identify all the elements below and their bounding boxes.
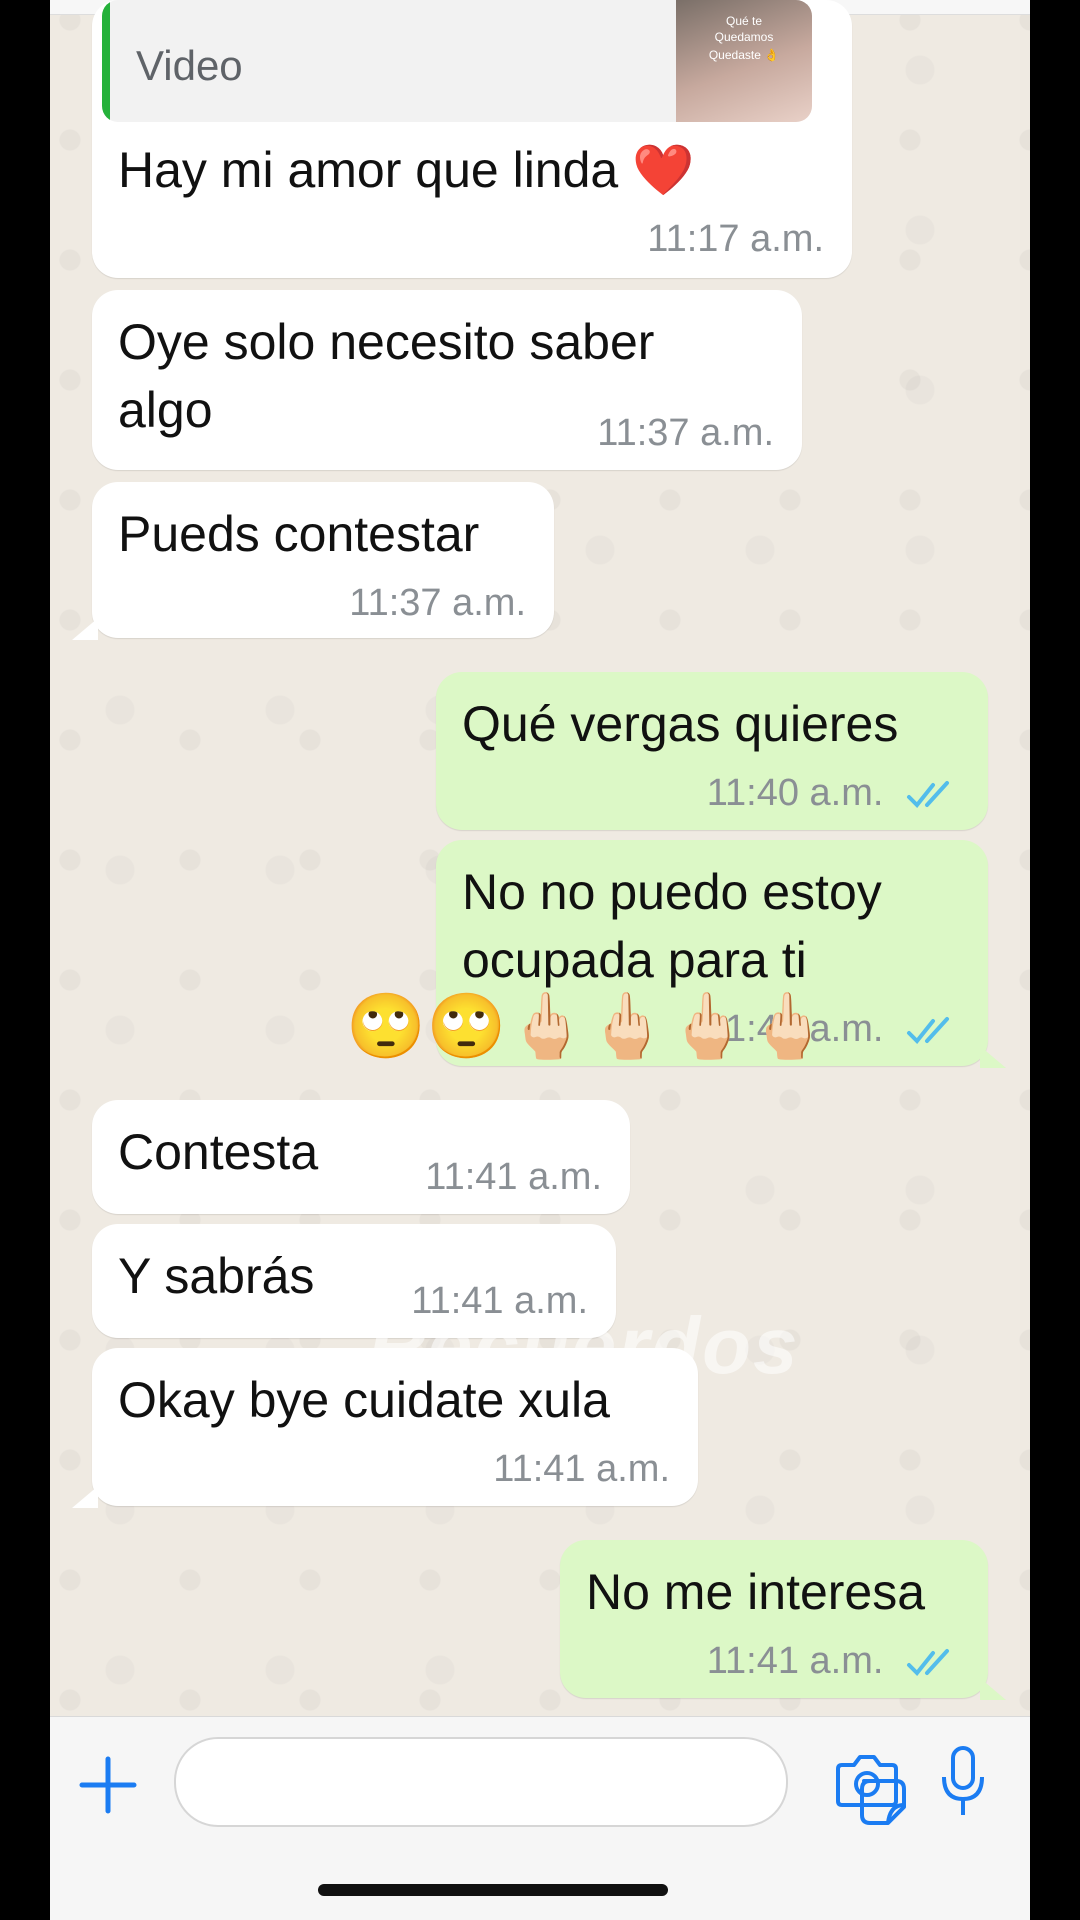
message-text: No me interesa bbox=[586, 1564, 926, 1620]
message-time: 11:17 a.m. bbox=[647, 218, 824, 260]
middle-finger-emoji: 🖕🏻 bbox=[748, 990, 828, 1062]
message-bubble-incoming[interactable]: Oye solo necesito saber algo 11:37 a.m. bbox=[92, 290, 802, 470]
message-time: 11:40 a.m. bbox=[706, 772, 884, 814]
bubble-tail bbox=[980, 1678, 1006, 1700]
double-check-icon bbox=[907, 780, 949, 808]
message-text: Hay mi amor que linda ❤️ bbox=[118, 142, 695, 198]
message-text: Oye solo necesito saber algo bbox=[118, 314, 655, 438]
double-check-icon bbox=[907, 1016, 949, 1044]
camera-icon[interactable] bbox=[834, 1753, 900, 1809]
message-text: Qué vergas quieres bbox=[462, 696, 899, 752]
message-bubble-incoming[interactable]: Contesta 11:41 a.m. bbox=[92, 1100, 630, 1214]
middle-finger-emoji: 🖕🏻 bbox=[587, 990, 668, 1062]
message-meta: 11:40 a.m. bbox=[707, 772, 960, 815]
message-time: 11:37 a.m. bbox=[349, 582, 526, 624]
microphone-icon[interactable] bbox=[940, 1745, 986, 1819]
message-bubble-incoming[interactable]: Video Qué te Quedamos Quedaste 👌 Hay mi … bbox=[92, 0, 852, 278]
chat-screen: Video Qué te Quedamos Quedaste 👌 Hay mi … bbox=[50, 0, 1030, 1920]
message-meta: 11:41 a.m. bbox=[707, 1640, 960, 1683]
quoted-video-reply[interactable]: Video Qué te Quedamos Quedaste 👌 bbox=[102, 0, 812, 122]
thumbnail-caption: Quedamos bbox=[714, 30, 774, 44]
message-time: 11:41 a.m. bbox=[706, 1640, 884, 1682]
eye-roll-emoji: 🙄 bbox=[426, 990, 507, 1062]
message-time: 11:41 a.m. bbox=[493, 1448, 670, 1490]
message-input[interactable] bbox=[174, 1737, 906, 1827]
quote-accent-bar bbox=[102, 0, 110, 122]
message-text: Y sabrás bbox=[118, 1248, 315, 1304]
message-bubble-outgoing[interactable]: No me interesa 11:41 a.m. bbox=[560, 1540, 988, 1698]
home-indicator[interactable] bbox=[318, 1884, 668, 1896]
message-text: Pueds contestar bbox=[118, 506, 480, 562]
message-time: 11:37 a.m. bbox=[597, 412, 774, 454]
middle-finger-emoji: 🖕🏻 bbox=[506, 990, 587, 1062]
eye-roll-emoji: 🙄 bbox=[346, 990, 426, 1062]
message-text: Contesta bbox=[118, 1124, 319, 1180]
video-thumbnail[interactable]: Qué te Quedamos Quedaste 👌 bbox=[676, 0, 812, 122]
message-bubble-incoming[interactable]: Pueds contestar 11:37 a.m. bbox=[92, 482, 554, 638]
bubble-tail bbox=[72, 1486, 98, 1508]
watermark: Recuerdos bbox=[368, 1301, 800, 1390]
message-text: No no puedo estoy ocupada para ti bbox=[462, 864, 882, 988]
double-check-icon bbox=[907, 1648, 949, 1676]
bubble-tail bbox=[980, 1046, 1006, 1068]
quote-label: Video bbox=[136, 42, 243, 89]
plus-icon[interactable] bbox=[78, 1755, 138, 1815]
message-time: 11:41 a.m. bbox=[425, 1156, 602, 1198]
message-bubble-outgoing[interactable]: Qué vergas quieres 11:40 a.m. bbox=[436, 672, 988, 830]
thumbnail-caption: Qué te bbox=[725, 14, 763, 28]
bubble-tail bbox=[72, 618, 98, 640]
thumbnail-caption: Quedaste 👌 bbox=[708, 48, 780, 62]
middle-finger-emoji: 🖕🏻 bbox=[667, 990, 748, 1062]
emoji-overlay: 🙄 🙄 🖕🏻 🖕🏻 🖕🏻 🖕🏻 bbox=[346, 986, 828, 1066]
